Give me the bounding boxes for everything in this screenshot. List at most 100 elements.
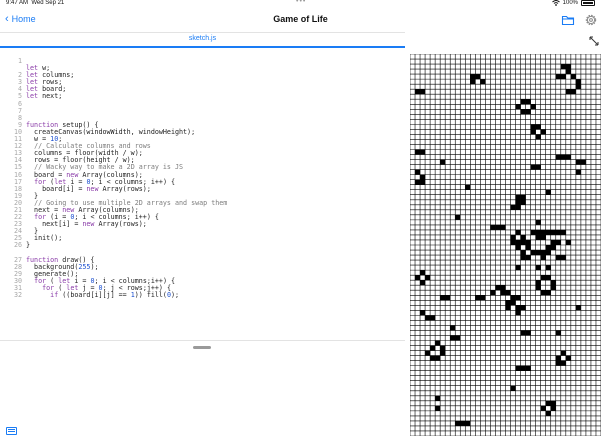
- code-text: init();: [26, 234, 63, 243]
- code-line[interactable]: 7: [0, 107, 405, 115]
- code-text: if ((board[i][j] == 1)) fill(0);: [50, 291, 180, 300]
- code-line[interactable]: 32 if ((board[i][j] == 1)) fill(0);: [0, 291, 405, 300]
- line-number: 15: [13, 163, 22, 172]
- line-number: 3: [17, 78, 22, 87]
- live-cell: [515, 245, 521, 251]
- live-cell: [525, 99, 531, 105]
- live-cell: [430, 315, 436, 321]
- live-cell: [455, 214, 461, 220]
- battery-icon: [581, 0, 595, 6]
- live-cell: [420, 174, 426, 180]
- live-cell: [540, 275, 546, 281]
- live-cell: [530, 164, 536, 170]
- live-cell: [570, 74, 576, 80]
- tab-sketch-js[interactable]: sketch.js: [0, 35, 405, 42]
- live-cell: [545, 265, 551, 271]
- multitasking-dots[interactable]: •••: [296, 0, 306, 5]
- line-number: 32: [13, 291, 22, 300]
- line-number: [0, 250, 26, 257]
- live-cell: [555, 330, 561, 336]
- code-line[interactable]: 6: [0, 100, 405, 108]
- live-cell: [540, 290, 546, 296]
- live-cell: [515, 194, 521, 200]
- live-cell: [540, 229, 546, 235]
- code-line[interactable]: 26}: [0, 242, 405, 249]
- code-line[interactable]: 23 next[i] = new Array(rows);: [0, 221, 405, 228]
- line-number: 4: [17, 85, 22, 94]
- live-cell: [450, 335, 456, 341]
- live-cell: [565, 355, 571, 361]
- live-cell: [535, 124, 541, 130]
- live-cell: [535, 234, 541, 240]
- live-cell: [565, 89, 571, 95]
- game-canvas[interactable]: [409, 53, 601, 436]
- live-cell: [555, 74, 561, 80]
- live-cell: [510, 234, 516, 240]
- live-cell: [480, 79, 486, 85]
- folder-icon[interactable]: [561, 13, 575, 27]
- live-cell: [560, 229, 566, 235]
- line-number: 17: [13, 177, 22, 186]
- live-cell: [515, 365, 521, 371]
- code-line[interactable]: 5 let next;: [0, 93, 405, 100]
- battery-percent: 100%: [562, 0, 578, 6]
- live-cell: [515, 229, 521, 235]
- live-cell: [415, 89, 421, 95]
- live-cell: [545, 189, 551, 195]
- editor-tab-bar: sketch.js: [0, 32, 405, 48]
- live-cell: [520, 255, 526, 261]
- live-cell: [545, 410, 551, 416]
- live-cell: [565, 154, 571, 160]
- console-icon[interactable]: [6, 427, 17, 435]
- line-number: 28: [13, 262, 22, 271]
- live-cell: [515, 199, 521, 205]
- live-cell: [430, 355, 436, 361]
- live-cell: [555, 360, 561, 366]
- live-cell: [540, 129, 546, 135]
- tab-active-indicator: [0, 46, 405, 48]
- live-cell: [420, 270, 426, 276]
- live-cell: [520, 239, 526, 245]
- live-cell: [510, 300, 516, 306]
- live-cell: [535, 134, 541, 140]
- code-editor[interactable]: 1 let w; 2 let columns; 3 let rows; 4 let board…: [0, 57, 405, 336]
- code-line[interactable]: 18 board[i] = new Array(rows);: [0, 185, 405, 193]
- live-cell: [570, 89, 576, 95]
- line-number: 21: [13, 205, 22, 214]
- code-line[interactable]: 1: [0, 57, 405, 65]
- live-cell: [555, 229, 561, 235]
- line-number: 12: [13, 142, 22, 151]
- live-cell: [550, 405, 556, 411]
- line-number: 19: [13, 191, 22, 200]
- line-number: 1: [17, 57, 22, 65]
- live-cell: [420, 89, 426, 95]
- line-number: 2: [17, 71, 22, 80]
- line-number: 10: [13, 127, 22, 136]
- back-button[interactable]: ‹ Home: [5, 13, 36, 24]
- live-cell: [540, 234, 546, 240]
- live-cell: [560, 360, 566, 366]
- line-number: 11: [13, 135, 22, 144]
- live-cell: [515, 104, 521, 110]
- live-cell: [505, 290, 511, 296]
- page-title: Game of Life: [273, 14, 328, 24]
- live-cell: [470, 79, 476, 85]
- live-cell: [560, 64, 566, 70]
- live-cell: [565, 64, 571, 70]
- live-cell: [500, 285, 506, 291]
- resize-handle[interactable]: [193, 346, 211, 349]
- expand-icon[interactable]: [589, 36, 599, 46]
- gear-icon[interactable]: [584, 13, 598, 27]
- live-cell: [440, 350, 446, 356]
- live-cell: [430, 345, 436, 351]
- code-text: }: [26, 241, 31, 250]
- code-line[interactable]: 25 init();: [0, 235, 405, 242]
- live-cell: [505, 305, 511, 311]
- live-cell: [535, 285, 541, 291]
- live-cell: [420, 310, 426, 316]
- live-cell: [560, 74, 566, 80]
- live-cell: [530, 104, 536, 110]
- live-cell: [525, 239, 531, 245]
- live-cell: [520, 109, 526, 115]
- live-cell: [520, 250, 526, 256]
